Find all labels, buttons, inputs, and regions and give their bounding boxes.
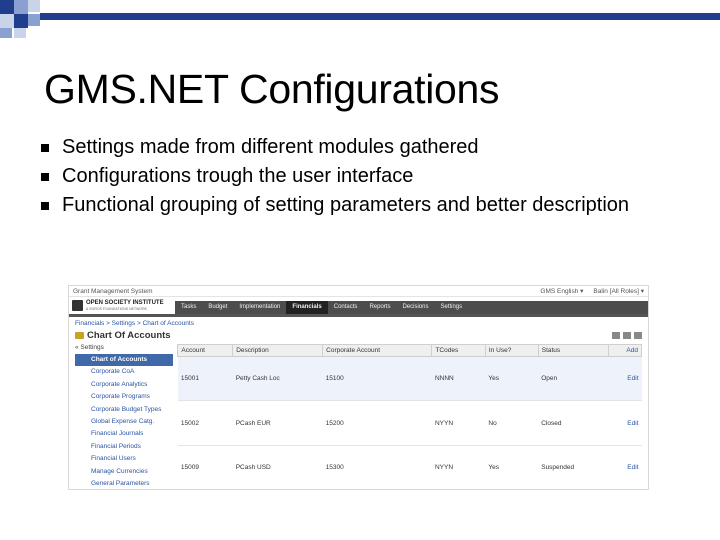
cell-corporate-account: 15300 xyxy=(322,445,432,489)
page-actions xyxy=(612,331,642,339)
tab-contacts[interactable]: Contacts xyxy=(328,301,364,314)
sidebar-item-corporate-programs[interactable]: Corporate Programs xyxy=(75,391,173,403)
cell-description: Petty Cash Loc xyxy=(232,356,323,402)
tab-tasks[interactable]: Tasks xyxy=(175,301,202,314)
cell-tcodes: NYYN xyxy=(431,445,486,489)
sidebar-item-general-parameters[interactable]: General Parameters xyxy=(75,478,173,489)
logo: OPEN SOCIETY INSTITUTE & SOROS FOUNDATIO… xyxy=(69,296,173,314)
cell-account: 15009 xyxy=(177,445,233,489)
cell-status: Open xyxy=(538,356,609,402)
cell-corporate-account: 15200 xyxy=(322,400,432,446)
sidebar-item-corporate-analytics[interactable]: Corporate Analytics xyxy=(75,379,173,391)
cell-tcodes: NNNN xyxy=(431,356,486,402)
table-row[interactable]: 15001 Petty Cash Loc 15100 NNNN Yes Open… xyxy=(177,356,642,402)
system-name: Grant Management System xyxy=(73,287,153,295)
cell-in-use: Yes xyxy=(485,356,539,402)
bullet-item: Functional grouping of setting parameter… xyxy=(38,191,678,220)
sidebar-item-corporate-budget-types[interactable]: Corporate Budget Types xyxy=(75,404,173,416)
bullet-square-icon xyxy=(41,202,49,210)
accounts-table: Account Description Corporate Account TC… xyxy=(177,344,643,489)
sidebar-item-financial-journals[interactable]: Financial Journals xyxy=(75,428,173,440)
logo-mark-icon xyxy=(72,299,83,311)
cell-status: Suspended xyxy=(538,445,609,489)
sidebar-item-financial-users[interactable]: Financial Users xyxy=(75,453,173,465)
bullet-square-icon xyxy=(41,144,49,152)
slide-title: GMS.NET Configurations xyxy=(44,66,500,112)
table-row[interactable]: 15002 PCash EUR 15200 NYYN No Closed Edi… xyxy=(177,400,642,446)
column-header-in-use[interactable]: In Use? xyxy=(484,344,539,357)
cell-in-use: No xyxy=(485,400,539,446)
cell-description: PCash USD xyxy=(232,445,323,489)
page-heading: Chart Of Accounts xyxy=(75,330,171,341)
table-row[interactable]: 15009 PCash USD 15300 NYYN Yes Suspended… xyxy=(177,445,642,489)
cell-corporate-account: 15100 xyxy=(322,356,432,402)
cell-description: PCash EUR xyxy=(232,400,323,446)
column-header-status[interactable]: Status xyxy=(537,344,609,357)
cell-tcodes: NYYN xyxy=(431,400,486,446)
sidebar-item-manage-currencies[interactable]: Manage Currencies xyxy=(75,466,173,478)
cell-account: 15002 xyxy=(177,400,233,446)
tab-reports[interactable]: Reports xyxy=(363,301,396,314)
bullet-square-icon xyxy=(41,173,49,181)
app-screenshot: Grant Management System GMS English ▾ Ba… xyxy=(68,285,649,490)
edit-link[interactable]: Edit xyxy=(608,400,642,446)
logo-subtitle: & SOROS FOUNDATIONS NETWORK xyxy=(86,306,147,311)
tab-budget[interactable]: Budget xyxy=(202,301,233,314)
sidebar-item-financial-periods[interactable]: Financial Periods xyxy=(75,441,173,453)
decorative-squares xyxy=(0,0,60,40)
sidebar-item-chart-of-accounts[interactable]: Chart of Accounts xyxy=(75,354,174,367)
edit-link[interactable]: Edit xyxy=(608,445,642,489)
folder-icon xyxy=(75,331,84,339)
column-header-corporate-account[interactable]: Corporate Account xyxy=(322,344,433,357)
sidebar-item-global-expense-catg[interactable]: Global Expense Catg. xyxy=(75,416,173,428)
bullet-list: Settings made from different modules gat… xyxy=(38,133,678,220)
column-header-description[interactable]: Description xyxy=(232,344,324,357)
column-header-account[interactable]: Account xyxy=(177,344,234,357)
column-header-tcodes[interactable]: TCodes xyxy=(431,344,486,357)
cell-status: Closed xyxy=(538,400,609,446)
table-header-row: Account Description Corporate Account TC… xyxy=(177,344,643,357)
header: OPEN SOCIETY INSTITUTE & SOROS FOUNDATIO… xyxy=(69,297,648,317)
logo-title: OPEN SOCIETY INSTITUTE xyxy=(86,299,164,306)
cell-account: 15001 xyxy=(177,356,233,402)
tab-decisions[interactable]: Decisions xyxy=(396,301,434,314)
main-nav: Tasks Budget Implementation Financials C… xyxy=(175,301,648,314)
user-menu[interactable]: Balin [All Roles] ▾ xyxy=(593,287,644,295)
add-button[interactable]: Add xyxy=(607,344,643,357)
close-icon[interactable] xyxy=(634,331,642,339)
bullet-item: Configurations trough the user interface xyxy=(38,162,678,191)
language-menu[interactable]: GMS English ▾ xyxy=(540,287,583,295)
content: « Settings Chart of Accounts Corporate C… xyxy=(69,342,648,489)
title-rule xyxy=(40,13,720,20)
bullet-item: Settings made from different modules gat… xyxy=(38,133,678,162)
print-icon[interactable] xyxy=(612,331,620,339)
sidebar-item-corporate-coa[interactable]: Corporate CoA xyxy=(75,366,173,378)
export-icon[interactable] xyxy=(623,331,631,339)
page-heading-row: Chart Of Accounts xyxy=(69,328,648,342)
breadcrumb[interactable]: Financials > Settings > Chart of Account… xyxy=(69,317,648,328)
edit-link[interactable]: Edit xyxy=(608,356,642,402)
sidebar-header[interactable]: « Settings xyxy=(75,344,173,354)
tab-settings[interactable]: Settings xyxy=(434,301,468,314)
tab-financials[interactable]: Financials xyxy=(286,301,328,314)
tab-implementation[interactable]: Implementation xyxy=(233,301,286,314)
settings-sidebar: « Settings Chart of Accounts Corporate C… xyxy=(75,344,174,489)
cell-in-use: Yes xyxy=(485,445,539,489)
